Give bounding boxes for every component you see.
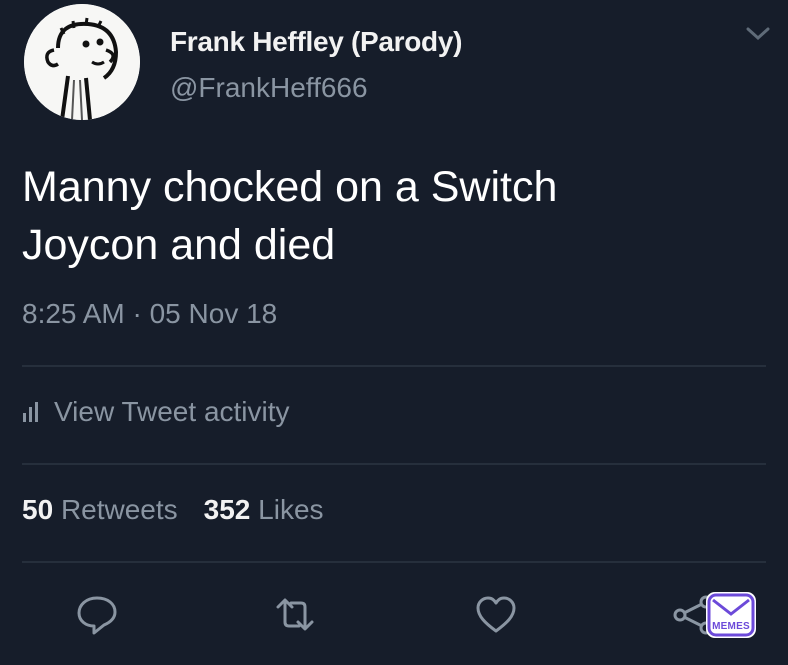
divider — [22, 561, 766, 563]
tweet-text-line-2: Joycon and died — [22, 221, 336, 269]
retweets-stat[interactable]: 50 Retweets — [22, 494, 178, 525]
like-count: 352 — [203, 494, 251, 525]
memes-watermark: MEMES — [706, 592, 756, 638]
view-activity-link[interactable]: View Tweet activity — [22, 392, 290, 432]
avatar-drawing — [24, 4, 140, 120]
likes-stat[interactable]: 352 Likes — [204, 494, 324, 525]
like-label: Likes — [258, 494, 324, 525]
bar-chart-icon — [23, 402, 38, 422]
tweet-timestamp[interactable]: 8:25 AM · 05 Nov 18 — [22, 298, 277, 330]
divider — [22, 463, 766, 465]
retweet-icon[interactable] — [272, 592, 318, 638]
chevron-down-icon[interactable] — [744, 24, 772, 44]
memes-label: MEMES — [712, 621, 750, 632]
tweet-stats: 50 Retweets 352 Likes — [22, 494, 324, 526]
avatar[interactable] — [24, 4, 140, 120]
like-icon[interactable] — [473, 592, 519, 638]
divider — [22, 365, 766, 367]
author-handle[interactable]: @FrankHeff666 — [170, 72, 368, 104]
tweet-text: Manny chocked on a Switch Joycon and die… — [22, 158, 742, 274]
tweet-text-line-1: Manny chocked on a Switch — [22, 163, 558, 211]
reply-icon[interactable] — [74, 592, 120, 638]
author-name[interactable]: Frank Heffley (Parody) — [170, 26, 462, 58]
retweet-label: Retweets — [60, 494, 178, 525]
retweet-count: 50 — [22, 494, 54, 525]
view-activity-label: View Tweet activity — [54, 396, 290, 427]
